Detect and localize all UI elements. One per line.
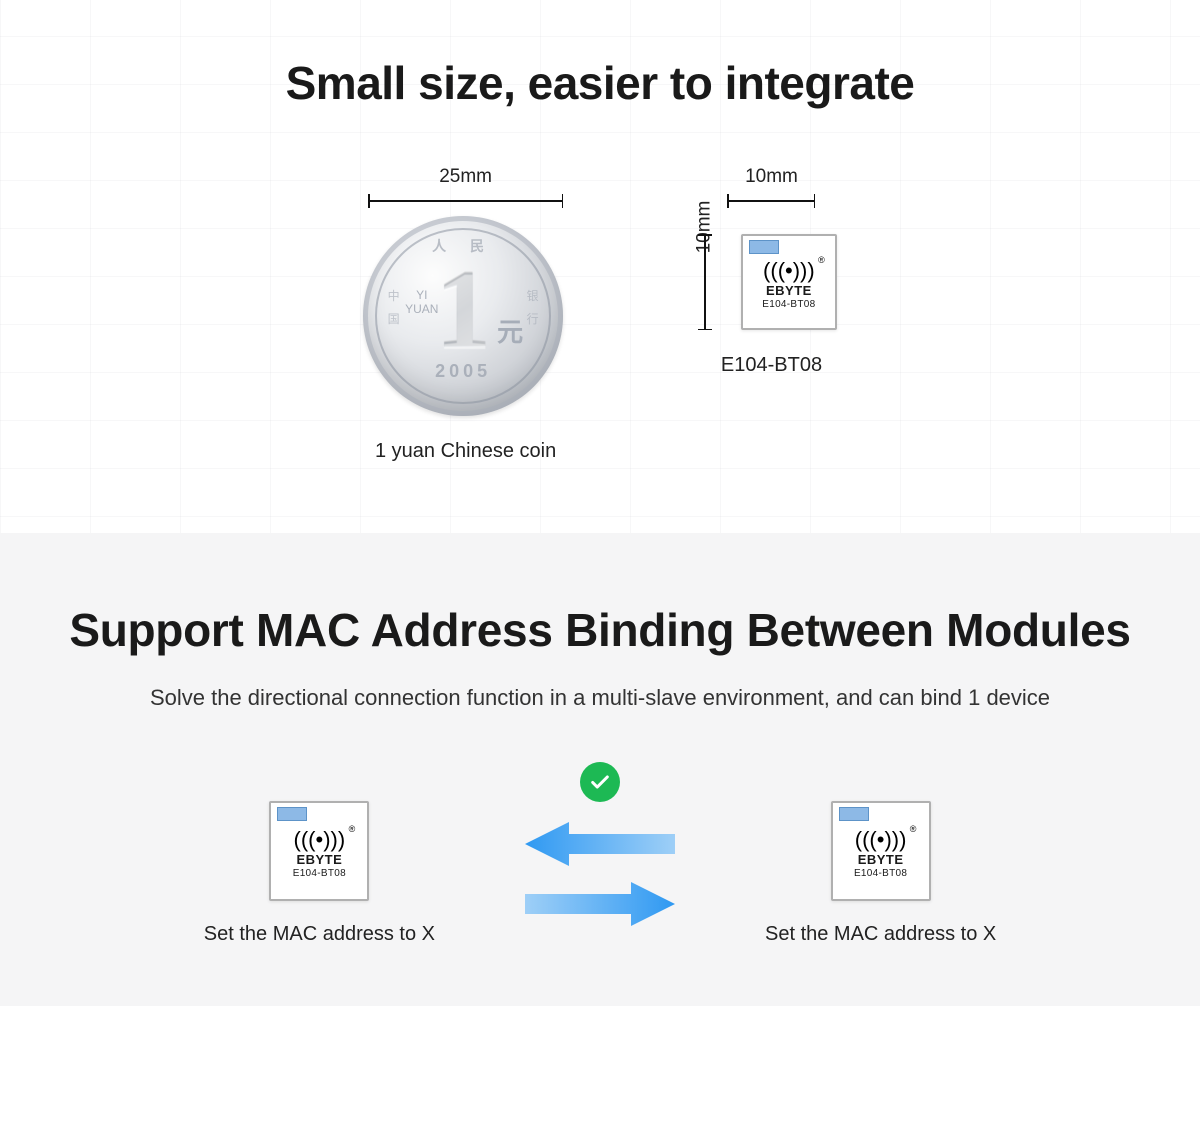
module-chip-icon — [749, 240, 779, 254]
module-caption: E104-BT08 — [721, 354, 822, 377]
section2-subtitle: Solve the directional connection functio… — [0, 685, 1200, 711]
module-brand: EBYTE — [766, 283, 812, 298]
comparison-row: 25mm 人 民 中 国 银 行 YIYUAN 1 元 — [0, 166, 1200, 463]
coin-width-bar — [368, 194, 563, 208]
antenna-icon: (((•)))® — [763, 260, 815, 282]
left-module-caption: Set the MAC address to X — [204, 923, 435, 946]
coin-unit: 元 — [497, 312, 523, 349]
coin-year: 2005 — [377, 361, 549, 382]
right-module-image: (((•)))® EBYTE E104-BT08 — [831, 801, 931, 901]
right-module-brand: EBYTE — [858, 852, 904, 867]
diagram-right-module: (((•)))® EBYTE E104-BT08 Set the MAC add… — [765, 801, 996, 946]
check-icon — [580, 762, 620, 802]
mac-binding-section: Support MAC Address Binding Between Modu… — [0, 533, 1200, 1006]
left-module-image: (((•)))® EBYTE E104-BT08 — [269, 801, 369, 901]
coin-number: 1 — [435, 254, 491, 366]
coin-yi: YIYUAN — [405, 288, 438, 317]
diagram-left-module: (((•)))® EBYTE E104-BT08 Set the MAC add… — [204, 801, 435, 946]
right-module-model: E104-BT08 — [854, 868, 907, 879]
module-width-bar — [727, 194, 815, 208]
module-chip-icon — [839, 807, 869, 821]
coin-item: 25mm 人 民 中 国 银 行 YIYUAN 1 元 — [363, 166, 568, 463]
size-comparison-section: Small size, easier to integrate 25mm 人 民… — [0, 0, 1200, 533]
coin-image: 人 民 中 国 银 行 YIYUAN 1 元 2005 — [363, 216, 563, 416]
module-width-label: 10mm — [745, 166, 798, 188]
bidirectional-arrows — [515, 814, 685, 934]
module-item: 10mm 10mm (((•)))® EBYTE E104-BT08 E104-… — [678, 166, 837, 377]
left-module-brand: EBYTE — [296, 852, 342, 867]
antenna-icon: (((•)))® — [294, 829, 346, 851]
right-module-caption: Set the MAC address to X — [765, 923, 996, 946]
section2-title: Support MAC Address Binding Between Modu… — [0, 603, 1200, 657]
coin-width-label: 25mm — [439, 166, 492, 188]
section1-title: Small size, easier to integrate — [0, 56, 1200, 110]
antenna-icon: (((•)))® — [855, 829, 907, 851]
left-module-model: E104-BT08 — [293, 868, 346, 879]
arrow-right-icon — [525, 882, 675, 926]
coin-caption: 1 yuan Chinese coin — [375, 440, 556, 463]
module-model: E104-BT08 — [762, 299, 815, 310]
arrow-left-icon — [525, 822, 675, 866]
module-image: (((•)))® EBYTE E104-BT08 — [741, 234, 837, 330]
binding-diagram: (((•)))® EBYTE E104-BT08 Set the MAC add… — [0, 801, 1200, 946]
module-chip-icon — [277, 807, 307, 821]
module-height-bar — [698, 234, 712, 330]
